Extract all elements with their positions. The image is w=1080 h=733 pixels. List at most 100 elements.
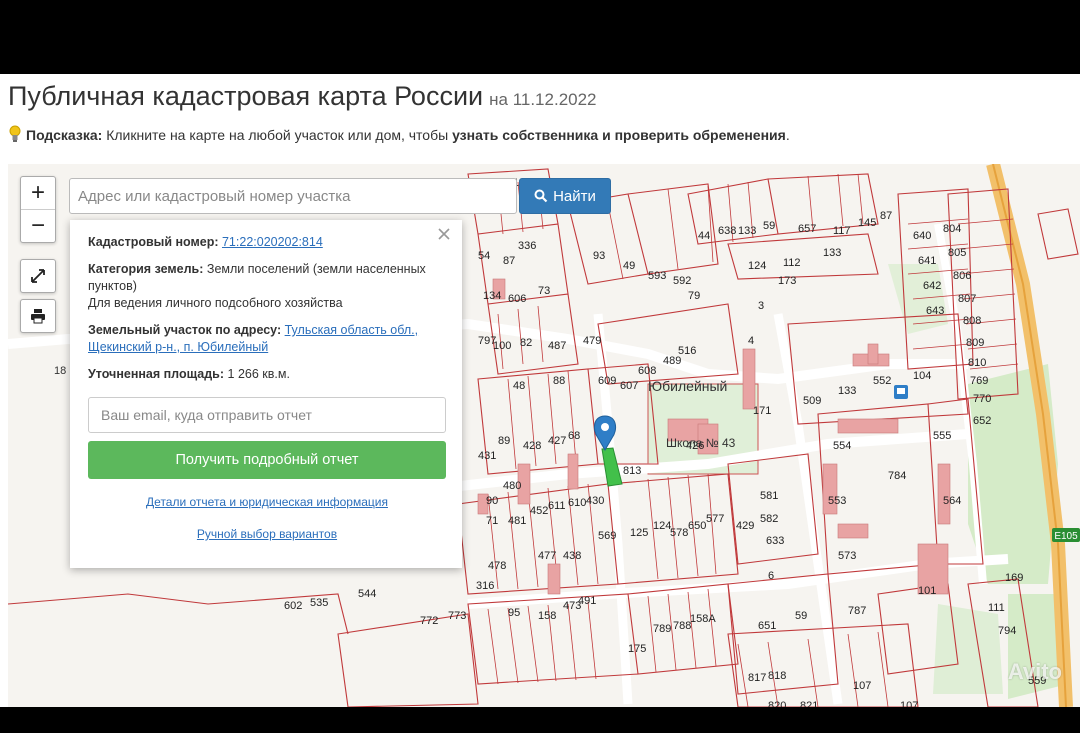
parcel-number-label: 813 (623, 465, 641, 477)
parcel-number-label: 430 (586, 495, 604, 507)
parcel-number-label: 175 (628, 643, 646, 655)
parcel-number-label: 133 (738, 225, 756, 237)
parcel-number-label: 125 (630, 527, 648, 539)
lightbulb-icon (9, 125, 21, 142)
close-icon[interactable] (436, 226, 452, 242)
land-use-value: Для ведения личного подсобного хозяйства (88, 296, 343, 310)
parcel-number-label: 158А (690, 613, 716, 625)
parcel-number-label: 552 (873, 375, 891, 387)
parcel-number-label: 54 (478, 250, 490, 262)
parcel-number-label: 770 (973, 393, 991, 405)
parcel-number-label: 112 (783, 257, 801, 269)
parcel-number-label: 101 (918, 585, 936, 597)
cadastral-number-link[interactable]: 71:22:020202:814 (222, 235, 323, 249)
search-input[interactable] (69, 178, 517, 214)
parcel-number-label: 428 (523, 440, 541, 452)
parcel-number-label: 582 (760, 513, 778, 525)
parcel-number-label: 794 (998, 625, 1016, 637)
email-field[interactable] (88, 397, 446, 433)
page-header: Публичная кадастровая карта России на 11.… (8, 78, 1072, 144)
parcel-number-label: 481 (508, 515, 526, 527)
parcel-number-label: 124 (748, 260, 766, 272)
parcel-number-label: 818 (768, 670, 786, 682)
parcel-number-label: 592 (673, 275, 691, 287)
parcel-number-label: 544 (358, 588, 376, 600)
parcel-number-label: 480 (503, 480, 521, 492)
parcel-number-label: 509 (803, 395, 821, 407)
parcel-number-label: 431 (478, 450, 496, 462)
parcel-number-label: 68 (568, 430, 580, 442)
parcel-number-label: 638 (718, 225, 736, 237)
parcel-number-label: 577 (706, 513, 724, 525)
parcel-number-label: 569 (598, 530, 616, 542)
cadastral-number-row: Кадастровый номер: 71:22:020202:814 (88, 234, 446, 251)
parcel-number-label: 516 (678, 345, 696, 357)
land-category-label: Категория земель: (88, 262, 204, 276)
parcel-number-label: 133 (838, 385, 856, 397)
parcel-number-label: 573 (838, 550, 856, 562)
parcel-number-label: 79 (688, 290, 700, 302)
parcel-number-label: 477 (538, 550, 556, 562)
parcel-number-label: 788 (673, 620, 691, 632)
report-details-link[interactable]: Детали отчета и юридическая информация (88, 495, 446, 509)
address-label: Земельный участок по адресу: (88, 323, 282, 337)
zoom-out-button[interactable]: − (21, 209, 55, 242)
parcel-number-label: 821 (800, 700, 818, 707)
parcel-number-label: 93 (593, 250, 605, 262)
parcel-number-label: 133 (823, 247, 841, 259)
search-icon (534, 189, 548, 203)
parcel-number-label: 59 (795, 610, 807, 622)
parcel-number-label: 479 (583, 335, 601, 347)
parcel-number-label: 578 (670, 527, 688, 539)
parcel-number-label: 593 (648, 270, 666, 282)
parcel-number-label: 427 (548, 435, 566, 447)
parcel-number-label: 789 (653, 623, 671, 635)
parcel-number-label: 89 (498, 435, 510, 447)
parcel-number-label: 87 (503, 255, 515, 267)
search-button-label: Найти (553, 187, 596, 205)
parcel-number-label: 3 (758, 300, 764, 312)
address-row: Земельный участок по адресу: Тульская об… (88, 322, 446, 356)
parcel-number-label: 90 (486, 495, 498, 507)
get-report-button[interactable]: Получить подробный отчет (88, 441, 446, 479)
parcel-number-label: 87 (880, 210, 892, 222)
parcel-number-label: 555 (933, 430, 951, 442)
parcel-number-label: 491 (578, 595, 596, 607)
area-value: 1 266 кв.м. (227, 367, 290, 381)
search-button[interactable]: Найти (519, 178, 611, 214)
parcel-number-label: 807 (958, 293, 976, 305)
parcel-number-label: 59 (763, 220, 775, 232)
parcel-number-label: 316 (476, 580, 494, 592)
parcel-number-label: 438 (563, 550, 581, 562)
cadastral-map[interactable]: E105 12117312693495935927944638133596571… (8, 164, 1080, 707)
parcel-number-label: 554 (833, 440, 851, 452)
parcel-number-label: 641 (918, 255, 936, 267)
fullscreen-button[interactable] (20, 259, 56, 293)
parcel-number-label: 602 (284, 600, 302, 612)
parcel-number-label: 4 (748, 335, 754, 347)
parcel-number-label: 88 (553, 375, 565, 387)
road-sign: E105 (1052, 528, 1080, 542)
parcel-number-label: 810 (968, 357, 986, 369)
parcel-number-label: 145 (858, 217, 876, 229)
parcel-number-label: 808 (963, 315, 981, 327)
manual-selection-link[interactable]: Ручной выбор вариантов (88, 527, 446, 541)
parcel-number-label: 49 (623, 260, 635, 272)
school-label: Школа № 43 (666, 436, 736, 450)
print-icon (31, 309, 45, 324)
print-button[interactable] (20, 299, 56, 333)
zoom-in-button[interactable]: + (21, 177, 55, 209)
parcel-number-label: 48 (513, 380, 525, 392)
parcel-number-label: 820 (768, 700, 786, 707)
hint-end: . (785, 127, 790, 143)
green-area (933, 604, 1003, 694)
parcel-number-label: 772 (420, 615, 438, 627)
area-row: Уточненная площадь: 1 266 кв.м. (88, 366, 446, 383)
parcel-number-label: 124 (653, 520, 671, 532)
parcel-number-label: 95 (508, 607, 520, 619)
parcel-number-label: 608 (638, 365, 656, 377)
parcel-number-label: 169 (1005, 572, 1023, 584)
parcel-number-label: 769 (970, 375, 988, 387)
parcel-number-label: 452 (530, 505, 548, 517)
parcel-number-label: 487 (548, 340, 566, 352)
